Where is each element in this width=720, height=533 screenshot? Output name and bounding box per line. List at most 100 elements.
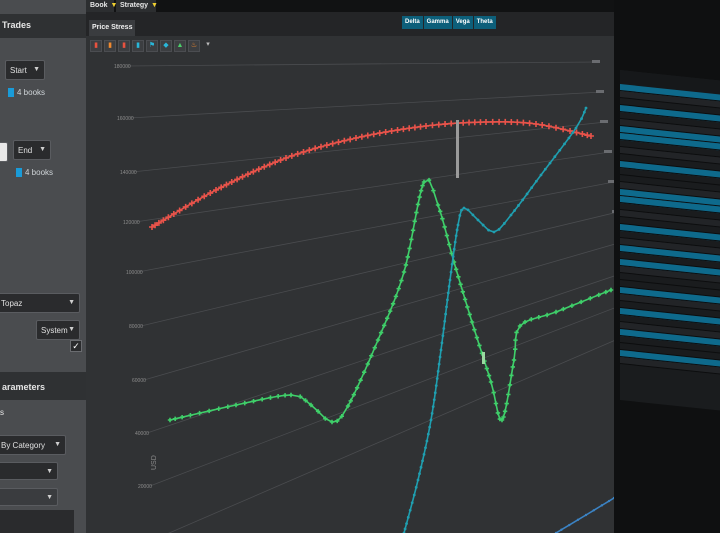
series-green-marker [393,294,399,299]
series-red-marker [417,123,424,130]
series-teal-marker [419,465,423,469]
series-teal-marker [432,398,436,402]
series-green-marker [415,202,421,207]
series-green-marker [511,357,517,363]
series-red-marker [239,173,246,180]
series-red-marker [411,124,418,131]
series-teal-marker [421,459,424,463]
topaz-select[interactable]: Topaz ▼ [0,293,80,313]
series-green-marker [268,395,273,400]
series-teal-marker [436,369,440,373]
topaz-select-label: Topaz [1,299,23,308]
series-teal-marker [439,348,443,352]
data-grid [620,70,720,411]
series-red-marker [234,176,241,183]
series-green-marker [472,327,477,332]
series-red-marker [400,126,407,133]
series-teal-marker [403,527,407,531]
series-teal-marker [408,508,412,512]
series-teal-marker [558,148,562,152]
series-teal-marker [451,255,455,259]
series-red-marker [423,123,429,129]
filter-input[interactable] [0,510,74,533]
series-red-marker [477,119,484,126]
gridline [131,121,607,173]
start-books-label: 4 books [17,88,46,97]
series-green-marker [504,401,509,406]
right-axis-tick [604,150,612,153]
series-red-marker [489,118,496,125]
series-red-marker [435,121,442,128]
series-teal-marker [444,312,448,316]
series-green-marker [569,303,575,308]
series-green-marker [417,194,422,200]
series-red-marker [429,122,436,129]
series-red-marker [323,142,330,149]
series-red-marker [539,121,546,128]
series-green-marker [288,392,294,398]
end-date-toggle[interactable] [0,142,8,162]
series-blue-marker [607,499,611,503]
system-checkbox[interactable]: ✓ [70,340,82,352]
price-stress-chart: 180000 160000 140000 120000 100000 80000 60000… [114,60,614,533]
series-green-marker [405,254,410,260]
parameters-header: arameters [0,372,86,400]
series-green-marker [418,188,424,193]
series-teal-marker [426,432,430,436]
filter-select-2[interactable]: ▼ [0,488,58,506]
series-green-marker [495,410,501,416]
series-green-marker [509,373,514,378]
series-blue-marker [568,523,571,527]
series-green-marker [513,337,518,343]
series-red-line [151,121,592,228]
series-teal-marker [441,334,445,338]
right-axis-tick [600,120,608,123]
series-red-marker [358,133,365,140]
trades-header: Trades [0,14,86,38]
series-teal-marker [582,110,586,114]
gridline [128,91,603,119]
series-red-marker [394,127,401,134]
series-teal-marker [435,377,439,380]
start-select[interactable]: Start ▼ [5,60,45,80]
series-teal-marker [418,472,421,476]
hover-cursor[interactable] [456,120,459,178]
chevron-down-icon: ▼ [68,299,75,306]
series-green-marker [251,398,256,404]
series-red-marker [250,168,257,175]
chevron-down-icon: ▼ [39,146,46,153]
start-select-label: Start [10,66,27,75]
system-select[interactable]: System ▼ [36,320,80,340]
filter-select-1[interactable]: ▼ [0,462,58,480]
data-grid-panel [614,0,720,533]
series-red-marker [520,119,527,126]
y-tick-label: 140000 [120,170,137,176]
series-teal-marker [425,439,429,443]
series-green-marker [440,216,445,221]
series-green-marker [399,278,404,283]
end-select[interactable]: End ▼ [13,140,51,160]
series-green-marker [484,366,489,371]
series-teal-marker [525,192,529,196]
series-blue-marker [560,528,563,531]
series-red-marker [341,137,348,144]
green-series-marker [482,352,485,364]
gridline [134,151,611,223]
gridline [143,243,614,381]
series-teal-marker [431,405,435,409]
series-teal-marker [456,223,460,227]
series-teal-marker [571,131,575,135]
category-select[interactable]: By Category ▼ [0,435,66,455]
gridline [140,212,614,327]
series-green-marker [506,392,511,397]
series-red-marker [442,121,449,128]
series-green-marker [414,210,419,215]
series-red-marker [382,129,389,136]
series-red-marker [533,121,539,127]
series-teal-marker [448,278,452,282]
series-teal-marker [517,204,520,207]
series-green-marker [242,400,247,406]
series-teal-marker [412,493,416,497]
series-teal-marker [481,223,485,227]
series-red-marker [448,120,455,127]
